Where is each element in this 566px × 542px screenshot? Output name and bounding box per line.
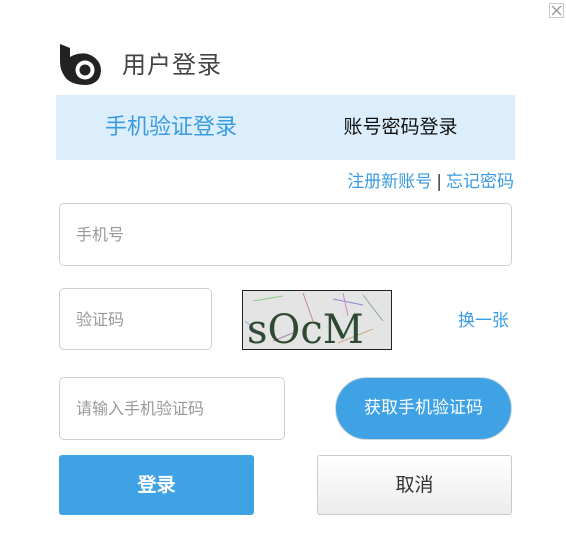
close-button[interactable] [549,3,564,18]
captcha-text: sOcM [247,307,364,349]
brand-logo-icon [60,44,101,85]
forgot-password-link[interactable]: 忘记密码 [446,172,514,192]
account-links: 注册新账号 | 忘记密码 [347,170,514,194]
captcha-input[interactable] [59,288,212,350]
register-link[interactable]: 注册新账号 [347,172,432,192]
page-title: 用户登录 [122,51,222,79]
cancel-button[interactable]: 取消 [317,455,512,515]
get-sms-code-button[interactable]: 获取手机验证码 [335,377,512,440]
phone-input[interactable] [59,203,512,266]
link-separator: | [436,172,442,192]
login-dialog: 用户登录 手机验证登录 账号密码登录 注册新账号|忘记密码 sOcM 换一张 获… [0,0,566,542]
close-icon [551,5,562,16]
sms-code-input[interactable] [59,377,285,440]
captcha-image[interactable]: sOcM [242,290,392,350]
login-button[interactable]: 登录 [59,455,254,515]
tab-password-login[interactable]: 账号密码登录 [286,95,515,160]
login-mode-tabs: 手机验证登录 账号密码登录 [56,95,515,160]
tab-phone-login[interactable]: 手机验证登录 [56,95,286,160]
refresh-captcha-link[interactable]: 换一张 [458,309,509,333]
